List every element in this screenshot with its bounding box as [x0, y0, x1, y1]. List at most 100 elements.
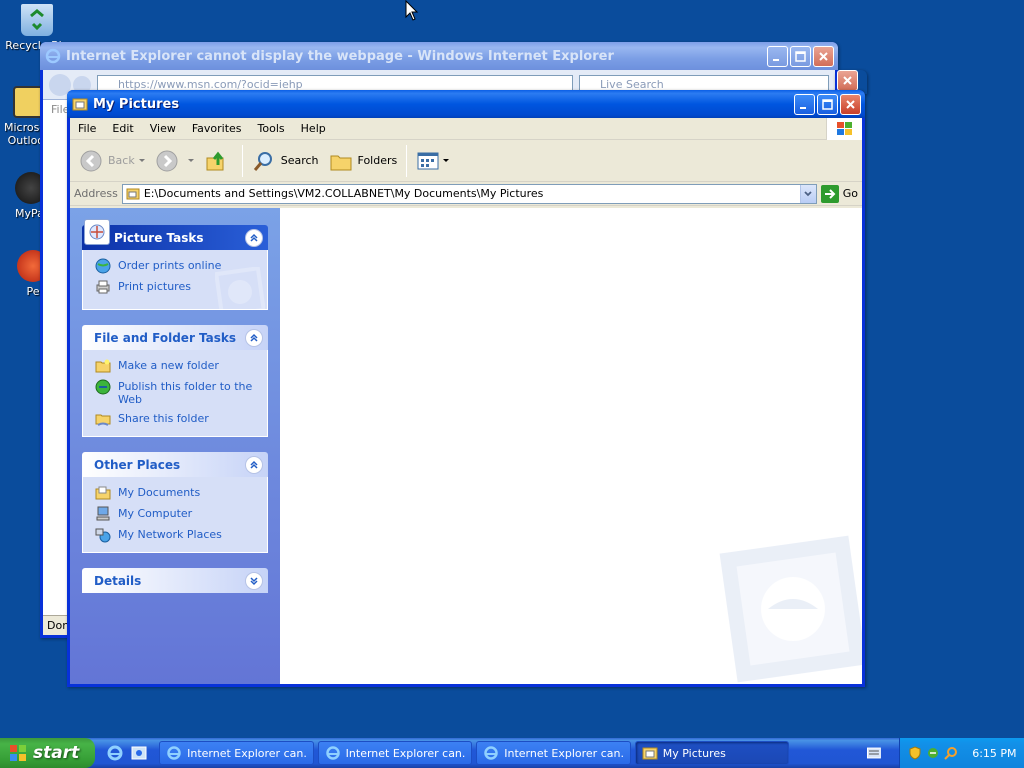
file-folder-tasks-title: File and Folder Tasks [94, 330, 237, 345]
ie-icon [167, 746, 181, 760]
folder-icon [72, 98, 88, 111]
folders-label: Folders [357, 154, 398, 167]
publish-web-icon [95, 379, 111, 395]
my-network-places-link[interactable]: My Network Places [95, 527, 257, 543]
publish-folder-label: Publish this folder to the Web [118, 380, 253, 406]
search-label: Search [280, 154, 319, 167]
taskbar-button-label: Internet Explorer can... [504, 746, 624, 760]
back-label: Back [108, 154, 135, 167]
collapse-icon[interactable] [245, 328, 263, 347]
minimize-button[interactable] [767, 45, 788, 67]
share-folder-link[interactable]: Share this folder [95, 411, 257, 427]
menu-view[interactable]: View [142, 122, 184, 135]
my-documents-label: My Documents [118, 486, 201, 499]
other-places-title: Other Places [94, 457, 181, 472]
mp-window-title: My Pictures [93, 96, 180, 112]
toolbar-separator [406, 144, 408, 177]
chevron-down-icon[interactable] [443, 159, 450, 162]
address-dropdown-button[interactable] [799, 184, 816, 203]
menu-tools[interactable]: Tools [250, 122, 293, 135]
my-computer-label: My Computer [118, 507, 193, 520]
go-arrow-icon [820, 184, 839, 203]
close-button[interactable] [837, 70, 858, 91]
file-folder-tasks-body: Make a new folder Publish this folder to… [82, 350, 268, 437]
chevron-down-icon[interactable] [138, 159, 145, 162]
address-value[interactable]: E:\Documents and Settings\VM2.COLLABNET\… [144, 187, 800, 200]
show-desktop-icon[interactable] [130, 744, 148, 762]
taskbar-button-ie-3[interactable]: Internet Explorer can... [476, 741, 631, 765]
go-button[interactable]: Go [820, 184, 858, 203]
taskbar-button-my-pictures[interactable]: My Pictures [634, 741, 790, 765]
collapse-icon[interactable] [245, 455, 263, 474]
menu-help[interactable]: Help [293, 122, 334, 135]
search-tray-icon[interactable] [944, 746, 958, 760]
maximize-button[interactable] [817, 93, 838, 115]
ie-titlebar[interactable]: Internet Explorer cannot display the web… [40, 42, 838, 70]
my-computer-link[interactable]: My Computer [95, 506, 257, 522]
chevron-down-icon[interactable] [187, 159, 194, 162]
start-button[interactable]: start [0, 738, 96, 768]
ie-icon [45, 48, 61, 64]
clock: 6:15 PM [972, 746, 1017, 760]
other-places-group: Other Places My Documents My Computer My [82, 452, 268, 553]
other-places-header[interactable]: Other Places [82, 452, 268, 477]
folder-content-area[interactable] [280, 208, 862, 684]
folders-icon [330, 155, 352, 170]
my-documents-icon [95, 486, 111, 500]
menu-favorites[interactable]: Favorites [184, 122, 250, 135]
back-button[interactable]: Back [74, 144, 150, 178]
search-button[interactable]: Search [247, 144, 324, 178]
up-folder-button[interactable] [199, 144, 238, 178]
task-pane: Picture Tasks Order prints online Print … [70, 208, 280, 684]
system-tray: 6:15 PM [899, 738, 1024, 768]
forward-button[interactable] [150, 144, 199, 178]
menu-edit[interactable]: Edit [104, 122, 141, 135]
explorer-content: Picture Tasks Order prints online Print … [70, 208, 862, 684]
my-documents-link[interactable]: My Documents [95, 485, 257, 501]
globe-icon [95, 258, 111, 274]
keyboard-icon[interactable] [867, 747, 882, 759]
views-icon [417, 152, 439, 169]
address-bar: Address E:\Documents and Settings\VM2.CO… [70, 182, 862, 206]
minimize-button[interactable] [794, 93, 815, 115]
file-folder-tasks-group: File and Folder Tasks Make a new folder … [82, 325, 268, 437]
publish-folder-link[interactable]: Publish this folder to the Web [95, 379, 257, 406]
collapse-icon[interactable] [245, 228, 263, 247]
expand-icon[interactable] [245, 571, 263, 590]
network-icon[interactable] [926, 746, 940, 760]
picture-tasks-header[interactable]: Picture Tasks [82, 219, 268, 250]
other-places-body: My Documents My Computer My Network Plac… [82, 477, 268, 553]
picture-watermark-icon [215, 267, 265, 309]
windows-flag-icon [10, 745, 26, 761]
mouse-cursor-icon [405, 0, 419, 21]
folder-icon [642, 747, 658, 760]
my-pictures-window[interactable]: My Pictures File Edit View Favorites Too… [67, 90, 865, 687]
security-shield-icon[interactable] [908, 746, 922, 760]
taskbar-button-ie-2[interactable]: Internet Explorer can... [317, 741, 473, 765]
menu-bar: File Edit View Favorites Tools Help [70, 118, 862, 140]
address-field[interactable]: E:\Documents and Settings\VM2.COLLABNET\… [121, 183, 817, 204]
share-folder-icon [95, 414, 111, 426]
details-group: Details [82, 568, 268, 593]
new-folder-icon [95, 359, 111, 373]
my-network-places-label: My Network Places [118, 528, 222, 541]
mp-titlebar[interactable]: My Pictures [67, 90, 865, 118]
recycle-bin-icon [21, 4, 53, 36]
standard-toolbar: Back Search Folders [70, 140, 862, 182]
taskbar-button-ie-1[interactable]: Internet Explorer can... [159, 741, 314, 765]
close-button[interactable] [840, 93, 861, 115]
ie-icon[interactable] [106, 744, 124, 762]
menu-file[interactable]: File [70, 122, 104, 135]
details-header[interactable]: Details [82, 568, 268, 593]
views-button[interactable] [411, 144, 454, 178]
file-folder-tasks-header[interactable]: File and Folder Tasks [82, 325, 268, 350]
search-icon [253, 151, 272, 171]
folders-button[interactable]: Folders [324, 144, 403, 178]
forward-arrow-icon [156, 150, 178, 171]
ie-icon [325, 746, 340, 760]
make-new-folder-link[interactable]: Make a new folder [95, 358, 257, 374]
up-folder-icon [206, 151, 224, 170]
maximize-button[interactable] [790, 45, 811, 67]
close-button[interactable] [813, 45, 834, 67]
ie-icon [484, 746, 498, 760]
